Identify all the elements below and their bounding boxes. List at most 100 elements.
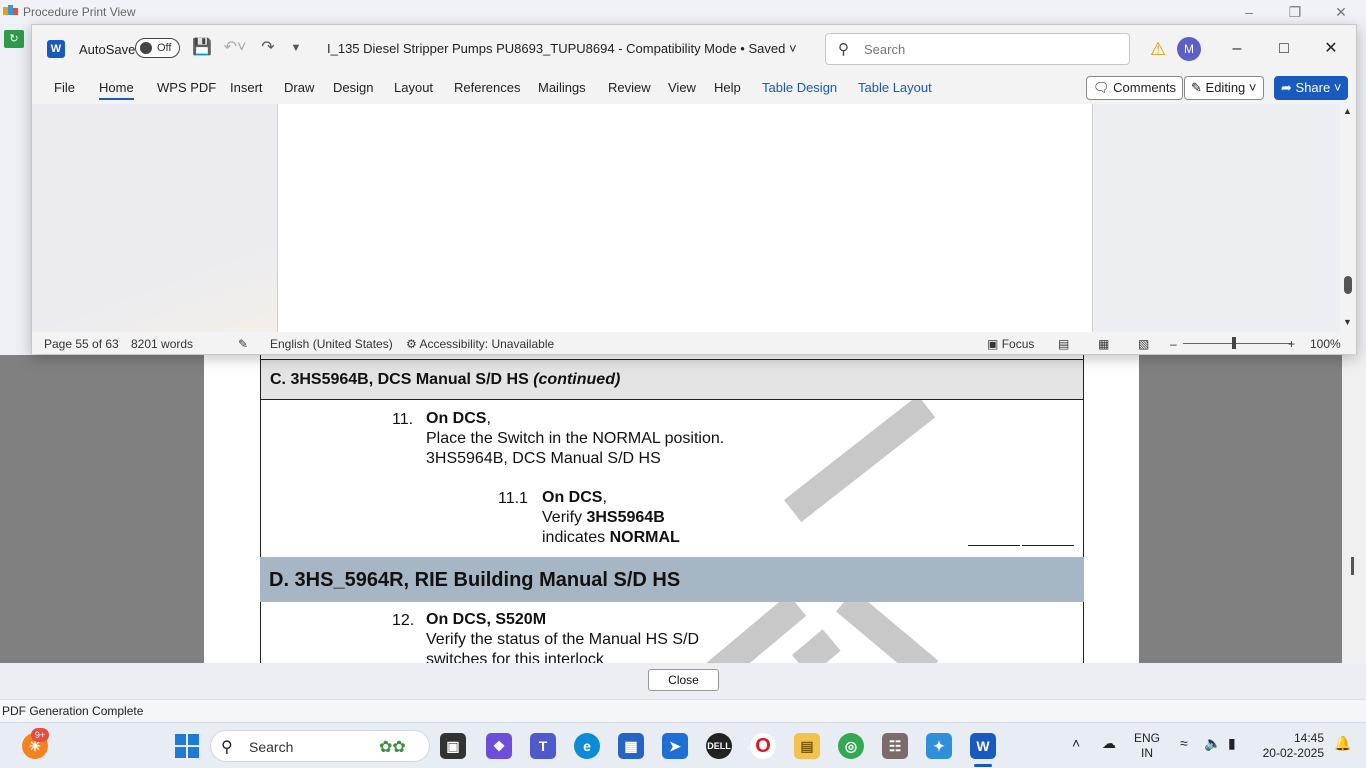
print-layout-icon[interactable]: ▦: [1098, 337, 1109, 351]
tab-references[interactable]: References: [454, 80, 520, 95]
word-window: W AutoSave Off 💾 ↶˅ ↷ ▼ I_135 Diesel Str…: [31, 24, 1357, 354]
procedure-app-icon[interactable]: ✦: [926, 733, 952, 759]
clock[interactable]: 14:45 20-02-2025: [1258, 731, 1324, 761]
signoff-line: [968, 545, 1020, 546]
word-status-bar: Page 55 of 63 8201 words ✎ English (Unit…: [32, 332, 1356, 354]
tab-review[interactable]: Review: [608, 80, 651, 95]
tab-help[interactable]: Help: [714, 80, 741, 95]
chrome-icon[interactable]: ◎: [838, 733, 864, 759]
document-title[interactable]: I_135 Diesel Stripper Pumps PU8693_TUPU8…: [327, 41, 797, 56]
notification-center-icon[interactable]: 🔔: [1334, 736, 1351, 751]
tab-home[interactable]: Home: [99, 80, 134, 100]
chevron-down-icon: ˅: [1248, 80, 1257, 95]
web-layout-icon[interactable]: ▧: [1138, 337, 1149, 351]
word-scroll-thumb[interactable]: [1344, 276, 1352, 294]
customize-qat-icon[interactable]: ▼: [288, 38, 304, 58]
undo-icon[interactable]: ↶˅: [220, 38, 250, 58]
refresh-icon[interactable]: ↻: [4, 30, 24, 48]
pdf-status-text: PDF Generation Complete: [2, 704, 144, 718]
redo-icon[interactable]: ↷: [258, 38, 278, 58]
file-explorer-icon[interactable]: ▤: [794, 733, 820, 759]
step-12: On DCS, S520M Verify the status of the M…: [426, 610, 699, 663]
tab-layout[interactable]: Layout: [394, 80, 433, 95]
show-hidden-icons-icon[interactable]: ˄: [1072, 736, 1080, 751]
zoom-in-icon[interactable]: +: [1288, 337, 1295, 351]
power-automate-icon[interactable]: ➤: [662, 733, 688, 759]
clock-date: 20-02-2025: [1262, 746, 1324, 760]
tab-file[interactable]: File: [54, 80, 75, 95]
lang-line-1: ENG: [1134, 731, 1161, 745]
teams-icon[interactable]: T: [530, 733, 556, 759]
ppv-restore-icon[interactable]: ❐: [1272, 1, 1318, 23]
search-highlight-icon: ✿✿: [379, 739, 406, 756]
sync-icon[interactable]: ☁: [1102, 736, 1116, 751]
tab-design[interactable]: Design: [333, 80, 373, 95]
step-12-instruction: Verify the status of the Manual HS S/D: [426, 631, 700, 648]
battery-icon[interactable]: ▮: [1228, 736, 1236, 751]
chevron-down-icon: ˅: [788, 41, 797, 56]
word-maximize-icon[interactable]: □: [1261, 35, 1307, 63]
close-button[interactable]: Close: [648, 669, 719, 691]
focus-button[interactable]: ▣ Focus: [987, 337, 1034, 351]
zoom-out-icon[interactable]: –: [1170, 337, 1177, 351]
accessibility-status[interactable]: ⚙ Accessibility: Unavailable: [406, 337, 554, 351]
tab-table-design[interactable]: Table Design: [762, 80, 837, 95]
warning-icon[interactable]: ⚠: [1150, 39, 1166, 60]
zoom-slider[interactable]: [1183, 343, 1291, 344]
taskbar-search-label: Search: [249, 739, 294, 755]
proofing-icon[interactable]: ✎: [238, 337, 248, 351]
taskbar-search[interactable]: ⚲ Search ✿✿: [210, 730, 430, 762]
share-button[interactable]: ➦ Share ˅: [1274, 76, 1349, 100]
word-page[interactable]: [278, 104, 1093, 332]
word-taskbar-icon[interactable]: W: [970, 733, 996, 759]
tab-view[interactable]: View: [668, 80, 696, 95]
language[interactable]: English (United States): [270, 337, 393, 351]
pencil-icon: ✎: [1191, 80, 1202, 95]
edge-icon[interactable]: e: [574, 733, 600, 759]
tab-mailings[interactable]: Mailings: [538, 80, 586, 95]
zoom-level[interactable]: 100%: [1310, 337, 1341, 351]
word-count[interactable]: 8201 words: [131, 337, 193, 351]
language-indicator[interactable]: ENG IN: [1134, 731, 1160, 761]
step-11-switch: 3HS5964B, DCS Manual S/D HS: [426, 450, 661, 467]
tab-table-layout[interactable]: Table Layout: [858, 80, 932, 95]
word-minimize-icon[interactable]: –: [1214, 35, 1260, 63]
search-box[interactable]: ⚲: [825, 33, 1130, 65]
scroll-down-icon[interactable]: ▼: [1343, 317, 1352, 327]
tab-draw[interactable]: Draw: [284, 80, 314, 95]
comment-icon: 🗨: [1093, 80, 1110, 95]
avatar[interactable]: M: [1177, 37, 1201, 61]
opera-icon[interactable]: O: [750, 733, 776, 759]
tab-insert[interactable]: Insert: [230, 80, 263, 95]
wifi-icon[interactable]: ≈: [1180, 736, 1188, 751]
ppv-close-icon[interactable]: ✕: [1318, 1, 1364, 23]
search-input[interactable]: [864, 40, 1114, 58]
dell-icon[interactable]: DELL: [706, 733, 732, 759]
read-mode-icon[interactable]: ▤: [1058, 337, 1069, 351]
viewer-scrollbar[interactable]: [1342, 355, 1366, 663]
viewer-scroll-thumb[interactable]: [1351, 557, 1354, 575]
save-icon[interactable]: 💾: [192, 38, 212, 58]
word-scrollbar[interactable]: ▲ ▼: [1340, 104, 1356, 332]
ppv-minimize-icon[interactable]: –: [1226, 1, 1272, 23]
pdf-status-bar: PDF Generation Complete: [0, 699, 1366, 722]
task-view-icon[interactable]: ▣: [440, 733, 466, 759]
volume-icon[interactable]: 🔈: [1204, 736, 1221, 751]
comments-button[interactable]: 🗨 Comments: [1086, 76, 1183, 100]
zoom-slider-thumb[interactable]: [1232, 337, 1236, 349]
editing-button[interactable]: ✎ Editing ˅: [1184, 76, 1264, 100]
autosave-toggle[interactable]: Off: [135, 38, 180, 58]
app-icon[interactable]: ☷: [882, 733, 908, 759]
navigation-pane: [32, 104, 278, 332]
page-count[interactable]: Page 55 of 63: [44, 337, 119, 351]
tab-wps-pdf[interactable]: WPS PDF: [157, 80, 216, 95]
store-icon[interactable]: ▦: [618, 733, 644, 759]
start-icon[interactable]: [174, 733, 200, 759]
section-d-header: D. 3HS_5964R, RIE Building Manual S/D HS: [260, 557, 1084, 602]
copilot-icon[interactable]: ❖: [486, 733, 512, 759]
word-close-icon[interactable]: ✕: [1308, 35, 1354, 63]
lang-line-2: IN: [1141, 746, 1153, 760]
step-12-location: On DCS, S520M: [426, 611, 547, 628]
scroll-up-icon[interactable]: ▲: [1343, 106, 1352, 116]
step-11-location: On DCS: [426, 410, 487, 427]
